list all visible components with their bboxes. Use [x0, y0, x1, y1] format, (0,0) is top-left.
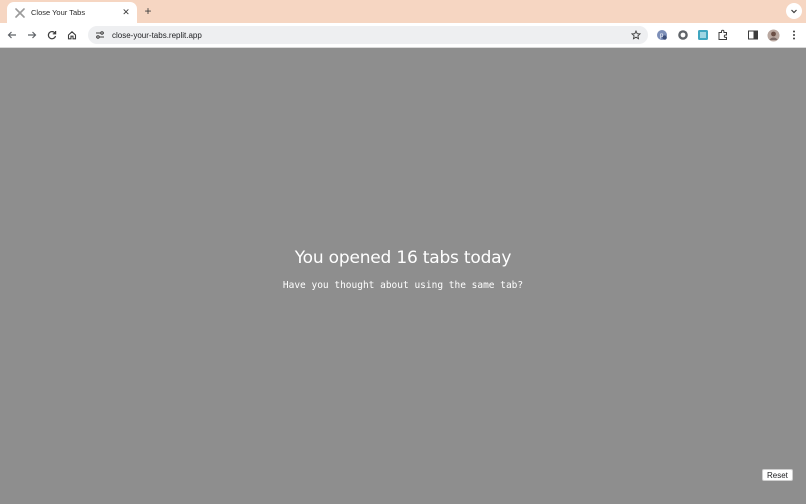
back-button[interactable]: [4, 27, 20, 43]
url-text[interactable]: close-your-tabs.replit.app: [112, 31, 630, 40]
extension-2-icon[interactable]: [676, 28, 690, 42]
tune-icon[interactable]: [94, 29, 106, 41]
home-icon: [67, 31, 77, 40]
arrow-left-icon: [7, 31, 16, 39]
chevron-down-icon: [791, 9, 797, 14]
puzzle-icon[interactable]: [716, 28, 730, 42]
browser-toolbar: close-your-tabs.replit.app p: [0, 23, 806, 48]
star-icon[interactable]: [630, 29, 642, 41]
reload-button[interactable]: [44, 27, 60, 43]
page-content: You opened 16 tabs today Have you though…: [0, 48, 806, 504]
page-subtitle: Have you thought about using the same ta…: [282, 280, 524, 291]
address-bar[interactable]: close-your-tabs.replit.app: [88, 26, 648, 44]
browser-window: Close Your Tabs ✕ + close-your-tabs.repl…: [0, 0, 806, 504]
kebab-menu-icon[interactable]: [787, 28, 801, 42]
tab-close-your-tabs[interactable]: Close Your Tabs ✕: [7, 2, 137, 23]
profile-avatar[interactable]: [766, 28, 780, 42]
reset-button[interactable]: Reset: [762, 469, 793, 481]
arrow-right-icon: [28, 31, 37, 39]
forward-button[interactable]: [24, 27, 40, 43]
tab-close-icon[interactable]: ✕: [121, 7, 131, 18]
side-panel-icon[interactable]: [746, 28, 760, 42]
tab-search-button[interactable]: [786, 3, 802, 19]
x-icon: [15, 7, 25, 18]
tab-strip: Close Your Tabs ✕ +: [0, 0, 806, 23]
reload-icon: [47, 31, 57, 40]
extension-3-icon[interactable]: [696, 28, 710, 42]
page-headline: You opened 16 tabs today: [294, 248, 512, 268]
new-tab-button[interactable]: +: [142, 4, 154, 18]
tab-title: Close Your Tabs: [31, 8, 86, 17]
extension-1-icon[interactable]: p: [655, 28, 669, 42]
home-button[interactable]: [64, 27, 80, 43]
